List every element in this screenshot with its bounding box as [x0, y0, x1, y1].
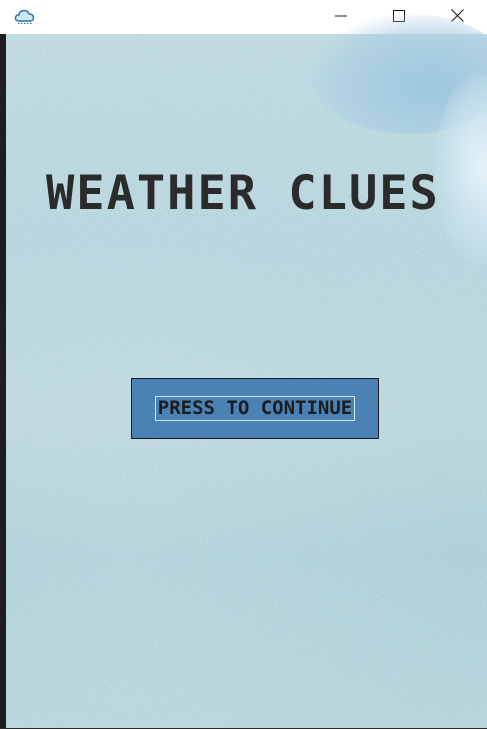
- app-window: WEATHER CLUES PRESS TO CONTINUE: [0, 0, 487, 729]
- continue-button[interactable]: PRESS TO CONTINUE: [131, 378, 379, 439]
- continue-button-label: PRESS TO CONTINUE: [154, 396, 356, 421]
- cloud-icon: [14, 7, 36, 25]
- game-canvas[interactable]: WEATHER CLUES PRESS TO CONTINUE: [6, 14, 487, 728]
- minimize-icon: [335, 7, 347, 26]
- game-title: WEATHER CLUES: [46, 166, 440, 221]
